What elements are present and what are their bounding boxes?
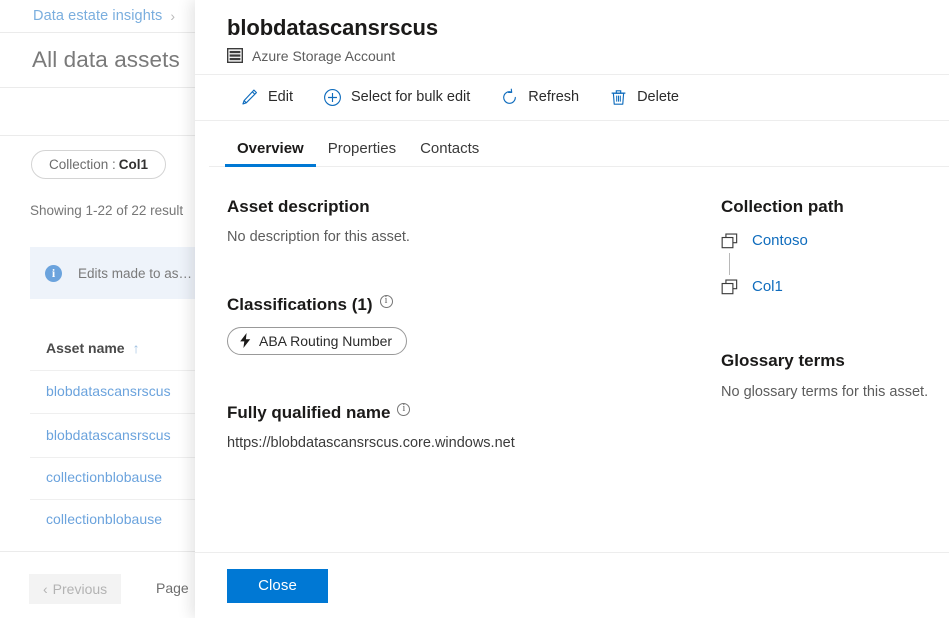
table-column-header-asset-name[interactable]: Asset name ↑ xyxy=(46,340,140,356)
refresh-button[interactable]: Refresh xyxy=(485,81,594,113)
close-button[interactable]: Close xyxy=(227,569,328,603)
classifications-heading: Classifications (1) i xyxy=(227,295,692,315)
glossary-terms-heading-label: Glossary terms xyxy=(721,351,845,371)
spacer xyxy=(227,355,692,403)
trash-icon xyxy=(609,88,628,107)
tab-contacts-label: Contacts xyxy=(420,140,479,157)
collection-path-heading-label: Collection path xyxy=(721,197,844,217)
spacer xyxy=(227,245,692,295)
table-row[interactable]: collectionblobause xyxy=(46,469,162,485)
table-row[interactable]: collectionblobause xyxy=(46,511,162,527)
results-count-label: Showing 1-22 of 22 result xyxy=(30,203,183,218)
info-filled-icon: i xyxy=(45,265,62,282)
chevron-left-icon: ‹ xyxy=(43,581,48,597)
asset-details-panel: blobdatascansrscus Azure Storage Account xyxy=(195,0,949,618)
fully-qualified-name-value: https://blobdatascansrscus.core.windows.… xyxy=(227,435,692,451)
app-root: Data estate insights › All data assets C… xyxy=(0,0,949,618)
tab-contacts[interactable]: Contacts xyxy=(408,140,491,167)
select-for-bulk-edit-label: Select for bulk edit xyxy=(351,89,470,105)
classification-chip[interactable]: ABA Routing Number xyxy=(227,327,407,355)
asset-description-value: No description for this asset. xyxy=(227,229,692,245)
previous-page-button[interactable]: ‹ Previous xyxy=(29,574,121,604)
collection-path-connector xyxy=(721,253,737,275)
plus-circle-icon xyxy=(323,88,342,107)
collection-icon xyxy=(721,279,738,295)
collection-path-link[interactable]: Col1 xyxy=(752,278,783,295)
overview-left-column: Asset description No description for thi… xyxy=(227,197,692,553)
edit-button[interactable]: Edit xyxy=(225,81,308,113)
collection-path-list: Contoso Col1 xyxy=(721,229,928,299)
sort-ascending-icon: ↑ xyxy=(133,340,140,356)
info-outline-icon[interactable]: i xyxy=(397,403,410,416)
collection-path-item-contoso[interactable]: Contoso xyxy=(721,229,928,253)
panel-title: blobdatascansrscus xyxy=(227,14,949,42)
fully-qualified-name-heading: Fully qualified name i xyxy=(227,403,692,423)
delete-button-label: Delete xyxy=(637,89,679,105)
panel-subtitle-label: Azure Storage Account xyxy=(252,48,395,64)
classifications-heading-label: Classifications (1) xyxy=(227,295,373,315)
panel-footer: Close xyxy=(195,552,949,618)
filter-chip-prefix: Collection : xyxy=(49,157,116,172)
collection-path-heading: Collection path xyxy=(721,197,928,217)
overview-right-column: Collection path Contoso xyxy=(692,197,928,553)
pencil-icon xyxy=(240,88,259,107)
delete-button[interactable]: Delete xyxy=(594,81,694,113)
tab-properties[interactable]: Properties xyxy=(316,140,408,167)
glossary-terms-heading: Glossary terms xyxy=(721,351,928,371)
previous-page-label: Previous xyxy=(53,581,107,597)
glossary-terms-value: No glossary terms for this asset. xyxy=(721,384,928,400)
spacer xyxy=(721,299,928,351)
table-row[interactable]: blobdatascansrscus xyxy=(46,383,171,399)
tab-overview[interactable]: Overview xyxy=(225,140,316,167)
classification-chip-label: ABA Routing Number xyxy=(259,333,392,349)
page-label: Page xyxy=(156,580,189,596)
column-header-label: Asset name xyxy=(46,340,125,356)
page-title: All data assets xyxy=(32,47,180,73)
panel-header: blobdatascansrscus Azure Storage Account xyxy=(195,0,949,74)
panel-subtitle: Azure Storage Account xyxy=(227,48,949,64)
select-for-bulk-edit-button[interactable]: Select for bulk edit xyxy=(308,81,485,113)
asset-description-heading-label: Asset description xyxy=(227,197,370,217)
breadcrumb-link-data-estate-insights[interactable]: Data estate insights xyxy=(33,8,162,24)
info-banner-text: Edits made to as… xyxy=(78,266,192,281)
tab-overview-label: Overview xyxy=(237,140,304,157)
panel-body: Asset description No description for thi… xyxy=(195,167,949,553)
refresh-button-label: Refresh xyxy=(528,89,579,105)
asset-description-heading: Asset description xyxy=(227,197,692,217)
storage-account-icon xyxy=(227,48,243,63)
filter-chip-value: Col1 xyxy=(119,157,148,172)
edit-button-label: Edit xyxy=(268,89,293,105)
tab-properties-label: Properties xyxy=(328,140,396,157)
bolt-icon xyxy=(239,333,252,348)
fully-qualified-name-heading-label: Fully qualified name xyxy=(227,403,390,423)
table-row[interactable]: blobdatascansrscus xyxy=(46,427,171,443)
collection-icon xyxy=(721,233,738,249)
refresh-icon xyxy=(500,88,519,107)
collection-path-item-col1[interactable]: Col1 xyxy=(721,275,928,299)
collection-path-link[interactable]: Contoso xyxy=(752,232,808,249)
info-outline-icon[interactable]: i xyxy=(380,295,393,308)
filter-chip-collection[interactable]: Collection : Col1 xyxy=(31,150,166,179)
panel-tabs: Overview Properties Contacts xyxy=(195,121,949,167)
breadcrumb-chevron-icon: › xyxy=(170,8,175,24)
panel-toolbar: Edit Select for bulk edit Refresh xyxy=(195,74,949,121)
